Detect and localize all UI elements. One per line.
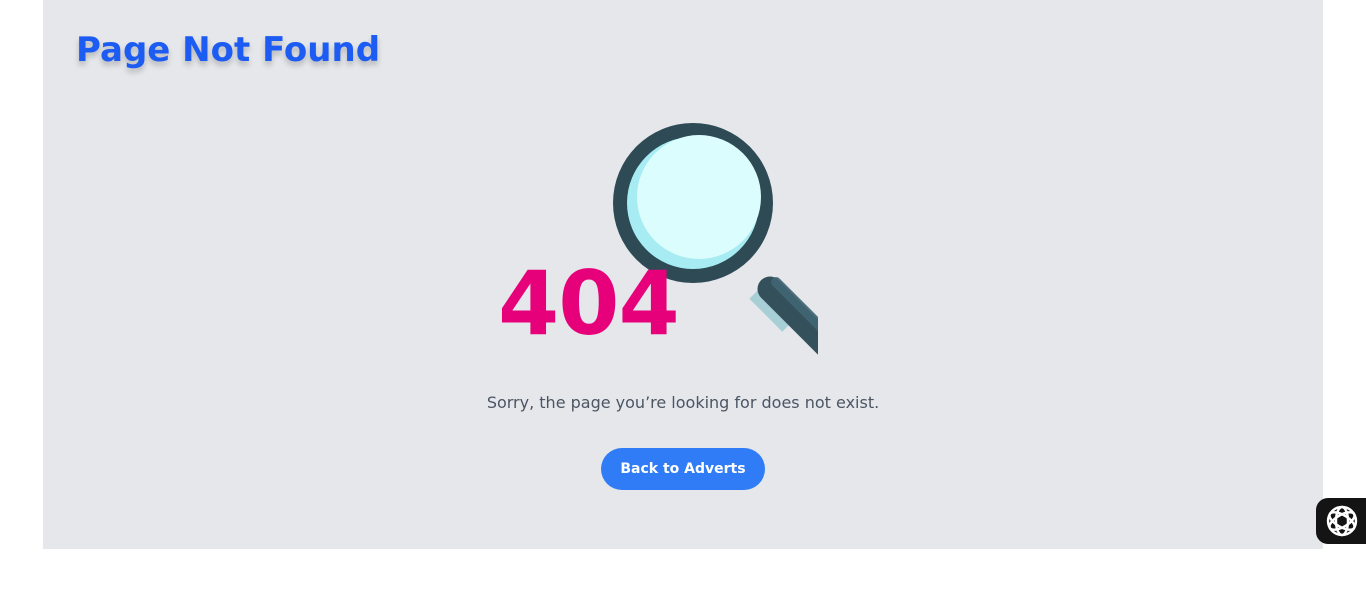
back-to-adverts-button[interactable]: Back to Adverts: [601, 448, 765, 490]
assistant-widget-button[interactable]: [1316, 498, 1366, 544]
not-found-message: Sorry, the page you’re looking for does …: [486, 393, 880, 412]
error-code: 404: [498, 252, 680, 355]
not-found-illustration: 404: [498, 108, 858, 368]
assistant-logo-icon: [1326, 505, 1358, 537]
not-found-panel: Page Not Found 404 Sorry, the page you’r…: [43, 0, 1323, 549]
page-title: Page Not Found: [76, 30, 381, 70]
